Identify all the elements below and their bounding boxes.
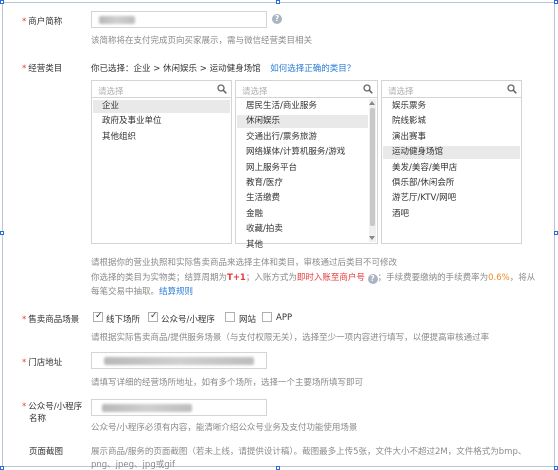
category-option[interactable]: 教育/医疗 (237, 177, 368, 190)
category-column-3: 请选择 娱乐票务院线影城演出赛事运动健身场馆 美发/美容/美甲店 俱乐部/休闲会所游… (381, 80, 522, 244)
category-option[interactable]: 酒吧 (383, 208, 520, 221)
resize-handle-bottom-right (554, 466, 558, 470)
category-option[interactable]: 居民生活/商业服务 (237, 100, 368, 113)
scene-mp-checkbox[interactable] (148, 311, 158, 322)
resize-handle-top-right (554, 0, 558, 4)
category-2-search[interactable]: 请选择 (236, 81, 377, 98)
category-option[interactable]: 其他组织 (93, 131, 230, 144)
mp-name-input[interactable] (91, 399, 267, 416)
redacted-value (99, 16, 135, 24)
category-option[interactable]: 企业 (93, 100, 230, 113)
resize-handle-bottom (276, 466, 280, 470)
category-option[interactable]: 政府及事业单位 (93, 115, 230, 128)
help-icon[interactable]: ? (272, 14, 282, 24)
category-option[interactable]: 演出赛事 (383, 131, 520, 144)
category-help-link[interactable]: 如何选择正确的类目？ (270, 64, 355, 74)
mp-name-hint: 公众号/小程序必须有内容，能清晰介绍公众号业务及支付功能使用场景 (91, 423, 358, 433)
merchant-name-input[interactable] (91, 11, 267, 28)
resize-handle-top-left (0, 0, 4, 4)
resize-handle-bottom-left (0, 466, 4, 470)
scene-mp-label: 公众号/小程序 (161, 315, 215, 325)
category-option[interactable]: 收藏/拍卖 (237, 223, 368, 236)
category-3-search[interactable]: 请选择 (382, 81, 521, 98)
scene-app-label: APP (276, 313, 293, 323)
redacted-value (104, 357, 254, 365)
page-screenshot-hint-1: 展示商品/服务的页面截图（若未上线，请提供设计稿）。截图最多上传5张，文件大小不… (91, 447, 527, 457)
scene-website-checkbox[interactable] (225, 312, 235, 322)
scrollbar-thumb[interactable] (370, 108, 375, 226)
search-icon (507, 84, 517, 94)
category-note-2: 你选择的类目为实物类；结算周期为T+1；入账方式为即时入账至商户号 ? ；手续费要… (91, 273, 536, 284)
scene-offline-label: 线下场所 (106, 315, 141, 325)
scroll-down-arrow[interactable] (369, 236, 375, 240)
category-2-scrollbar[interactable] (369, 99, 376, 242)
settlement-rules-link[interactable]: 结算规则 (159, 287, 193, 297)
category-column-1: 请选择 企业政府及事业单位 其他组织 (91, 80, 232, 244)
category-option[interactable]: 网络媒体/计算机服务/游戏 (237, 146, 368, 159)
category-option[interactable]: 金融 (237, 208, 368, 221)
merchant-name-hint: 该简称将在支付完成页向买家展示，需与微信经营类目相关 (91, 36, 313, 46)
store-address-input[interactable] (91, 352, 267, 369)
scene-app-checkbox[interactable] (262, 312, 272, 322)
search-icon (217, 84, 227, 94)
category-column-2: 请选择 居民生活/商业服务 休闲娱乐交通出行/票务旅游 网络媒体/计算机服务/游戏网… (235, 80, 378, 250)
category-option[interactable]: 院线影城 (383, 115, 520, 128)
search-icon (363, 84, 373, 94)
page-screenshot-hint-2: png、jpeg、jpg或gif (91, 460, 175, 470)
scene-offline-checkbox[interactable] (93, 311, 103, 322)
category-note-3: 每笔交易中抽取。结算规则 (91, 287, 194, 297)
category-option[interactable]: 游艺厅/KTV/网吧 (383, 192, 520, 205)
category-option[interactable]: 休闲娱乐 (237, 115, 368, 129)
category-option[interactable]: 其他 (237, 239, 368, 252)
category-selected-path: 你已选择：企业 > 休闲娱乐 > 运动健身场馆 如何选择正确的类目？ (91, 64, 356, 74)
resize-handle-top (276, 0, 280, 4)
scene-hint: 请根据实际售卖商品/提供服务场景（与支付权限无关），选择至少一项内容进行填写，以… (91, 333, 490, 343)
category-option[interactable]: 交通出行/票务旅游 (237, 131, 368, 144)
scene-website-label: 网站 (239, 315, 257, 325)
resize-handle-left (0, 231, 4, 235)
help-icon[interactable]: ? (367, 274, 378, 284)
category-option[interactable]: 生活缴费 (237, 192, 368, 205)
category-option[interactable]: 网上服务平台 (237, 162, 368, 175)
scroll-up-arrow[interactable] (369, 101, 375, 105)
resize-handle-right (554, 231, 558, 235)
store-address-hint: 请填写详细的经营场所地址，如有多个场所，选择一个主要场所填写即可 (91, 378, 364, 388)
category-note-1: 请根据你的营业执照和实际售卖商品来选择主体和类目，审核通过后类目不可修改 (91, 258, 398, 268)
category-option[interactable]: 俱乐部/休闲会所 (383, 177, 520, 190)
category-1-search[interactable]: 请选择 (92, 81, 231, 98)
category-option[interactable]: 运动健身场馆 (383, 146, 520, 160)
redacted-value (102, 404, 192, 412)
category-option[interactable]: 娱乐票务 (383, 100, 520, 113)
category-option[interactable]: 美发/美容/美甲店 (383, 162, 520, 175)
